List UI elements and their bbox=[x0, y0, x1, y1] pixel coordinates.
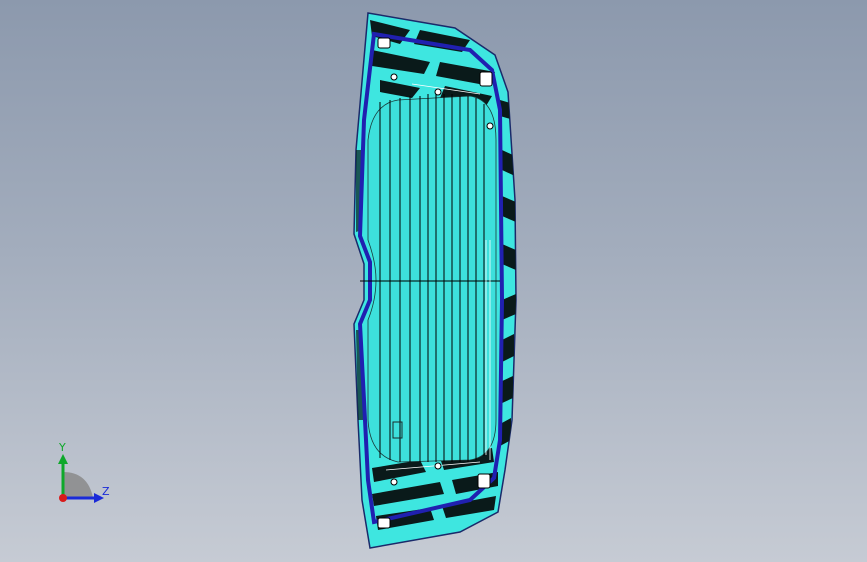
rear-glass-model[interactable] bbox=[0, 0, 867, 562]
z-axis-label: Z bbox=[102, 485, 110, 498]
triad-plane-icon bbox=[63, 472, 93, 498]
y-axis-arrow-icon bbox=[58, 454, 68, 464]
origin-icon bbox=[59, 494, 67, 502]
y-axis-label: Y bbox=[59, 441, 66, 454]
inner-glass-area bbox=[367, 95, 497, 463]
axis-triad: Y Z bbox=[48, 440, 118, 510]
graphics-viewport[interactable]: Y Z bbox=[0, 0, 867, 562]
